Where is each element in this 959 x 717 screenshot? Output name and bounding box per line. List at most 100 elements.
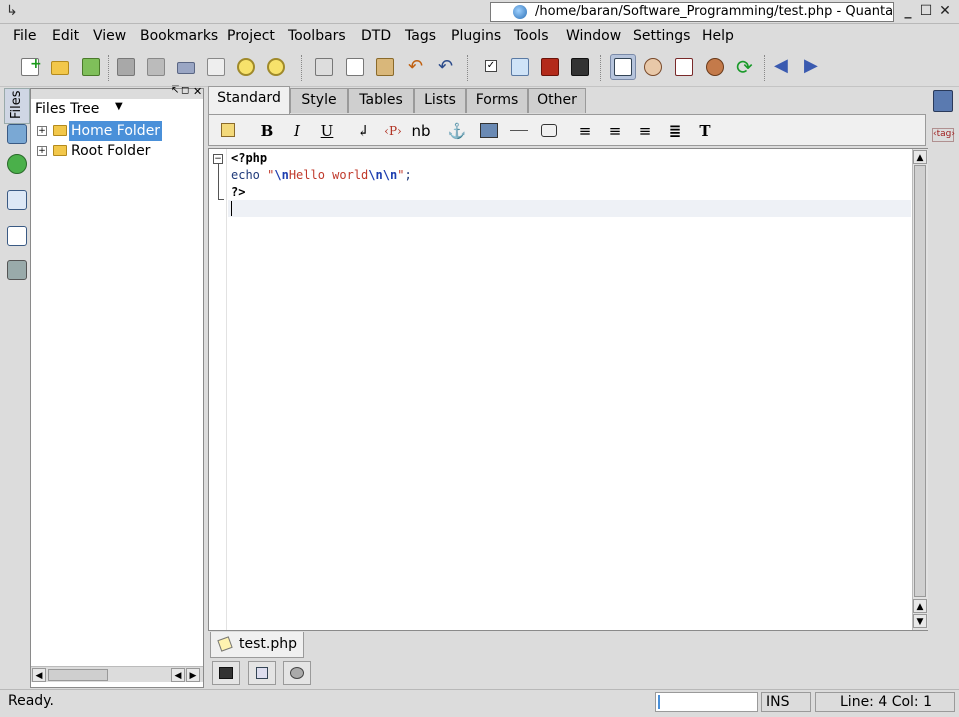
documentation-icon[interactable] <box>933 90 953 112</box>
menu-dtd[interactable]: DTD <box>361 28 391 44</box>
xsl-icon[interactable] <box>567 54 593 80</box>
project-icon[interactable] <box>7 154 27 174</box>
menu-toolbars[interactable]: Toolbars <box>288 28 346 44</box>
horizontal-rule-icon[interactable] <box>507 119 531 143</box>
menu-tools[interactable]: Tools <box>514 28 549 44</box>
menu-tags[interactable]: Tags <box>405 28 436 44</box>
menu-view[interactable]: View <box>93 28 126 44</box>
print-preview-icon[interactable] <box>203 54 229 80</box>
menu-file[interactable]: File <box>13 28 36 44</box>
checkbox-icon[interactable]: ✓ <box>478 54 504 80</box>
underline-button[interactable]: U <box>315 119 339 143</box>
app-menu-icon[interactable]: ↳ <box>6 4 20 18</box>
insert-mode[interactable]: INS <box>761 692 811 712</box>
maximize-icon[interactable]: ☐ <box>918 3 934 19</box>
zoom-in-icon[interactable] <box>233 54 259 80</box>
paste-icon[interactable] <box>372 54 398 80</box>
tab-forms[interactable]: Forms <box>466 88 528 113</box>
menu-project[interactable]: Project <box>227 28 275 44</box>
tag-structure-icon[interactable] <box>537 54 563 80</box>
zoom-out-icon[interactable] <box>263 54 289 80</box>
save-icon[interactable] <box>113 54 139 80</box>
scroll-up-icon[interactable]: ▲ <box>913 599 927 613</box>
tree-item-home-folder[interactable]: + Home Folder <box>31 121 203 141</box>
code-editor[interactable]: − <?php echo "\nHello world\n\n"; ?> ▲ ▲… <box>208 148 928 631</box>
editor-view-icon[interactable] <box>610 54 636 80</box>
italic-button[interactable]: I <box>285 119 309 143</box>
copy-icon[interactable] <box>342 54 368 80</box>
preview-icon[interactable] <box>640 54 666 80</box>
expand-icon[interactable]: + <box>37 126 47 136</box>
tab-style[interactable]: Style <box>290 88 348 113</box>
quick-start-icon[interactable] <box>217 119 241 143</box>
save-all-icon[interactable] <box>143 54 169 80</box>
cut-icon[interactable] <box>311 54 337 80</box>
line-break-icon[interactable]: ↲ <box>351 119 375 143</box>
align-center-icon[interactable]: ≡ <box>603 119 627 143</box>
paragraph-button[interactable]: ‹P› <box>381 119 405 143</box>
back-icon[interactable]: ◀ <box>769 54 795 80</box>
collapse-icon[interactable]: − <box>213 154 223 164</box>
scroll-down-icon[interactable]: ▼ <box>913 614 927 628</box>
tab-standard[interactable]: Standard <box>208 86 290 114</box>
align-right-icon[interactable]: ≡ <box>633 119 657 143</box>
minimize-icon[interactable]: _ <box>900 3 916 19</box>
scroll-left-icon[interactable]: ◀ <box>171 668 185 682</box>
scripts-icon[interactable] <box>7 260 27 280</box>
scroll-right-icon[interactable]: ▶ <box>186 668 200 682</box>
undo-icon[interactable]: ↶ <box>403 54 429 80</box>
document-tab[interactable]: test.php <box>210 632 304 658</box>
open-project-icon[interactable] <box>78 54 104 80</box>
image-icon[interactable] <box>477 119 501 143</box>
menu-edit[interactable]: Edit <box>52 28 79 44</box>
terminal-icon[interactable] <box>212 661 240 685</box>
scroll-thumb[interactable] <box>48 669 108 681</box>
panel-close-icon[interactable]: ✕ <box>193 85 202 98</box>
chevron-down-icon[interactable]: ▼ <box>115 101 123 112</box>
print-icon[interactable] <box>173 54 199 80</box>
anchor-icon[interactable]: ⚓ <box>445 119 469 143</box>
tree-item-root-folder[interactable]: + Root Folder <box>31 141 203 161</box>
redo-icon[interactable]: ↶ <box>433 54 459 80</box>
comment-icon[interactable] <box>537 119 561 143</box>
code-token: \n <box>274 168 289 182</box>
scroll-up-icon[interactable]: ▲ <box>913 150 927 164</box>
open-file-icon[interactable] <box>47 54 73 80</box>
computer-icon[interactable] <box>7 124 27 144</box>
menu-bookmarks[interactable]: Bookmarks <box>140 28 218 44</box>
horizontal-scrollbar[interactable]: ◀ ◀ ▶ <box>31 666 203 682</box>
align-left-icon[interactable]: ≡ <box>573 119 597 143</box>
tab-other[interactable]: Other <box>528 88 586 113</box>
document-structure-icon[interactable] <box>7 226 27 246</box>
expand-icon[interactable]: + <box>37 146 47 156</box>
files-tab[interactable]: Files <box>4 88 30 124</box>
code-token: ; <box>404 168 412 182</box>
tab-lists[interactable]: Lists <box>414 88 466 113</box>
attribute-tag-icon[interactable]: ‹tag› <box>932 128 955 142</box>
templates-icon[interactable] <box>7 190 27 210</box>
scroll-thumb[interactable] <box>914 165 926 597</box>
menu-help[interactable]: Help <box>702 28 734 44</box>
forward-icon[interactable]: ▶ <box>799 54 825 80</box>
menu-plugins[interactable]: Plugins <box>451 28 501 44</box>
reload-icon[interactable]: ⟳ <box>732 54 758 80</box>
scroll-left-icon[interactable]: ◀ <box>32 668 46 682</box>
messages-icon[interactable] <box>248 661 276 685</box>
vertical-scrollbar[interactable]: ▲ ▲ ▼ <box>912 149 928 630</box>
bold-button[interactable]: B <box>255 119 279 143</box>
debugger-icon[interactable] <box>283 661 311 685</box>
panel-float-icon[interactable]: ↸ <box>171 85 179 96</box>
browser-preview-icon[interactable] <box>702 54 728 80</box>
split-view-icon[interactable] <box>671 54 697 80</box>
code-token: ?> <box>231 185 246 199</box>
nbsp-button[interactable]: nb <box>409 119 433 143</box>
find-icon[interactable] <box>507 54 533 80</box>
text-tag-button[interactable]: T <box>693 119 717 143</box>
justify-icon[interactable]: ≣ <box>663 119 687 143</box>
menu-settings[interactable]: Settings <box>633 28 690 44</box>
panel-undock-icon[interactable]: ◻ <box>181 85 189 96</box>
tab-tables[interactable]: Tables <box>348 88 414 113</box>
new-file-icon[interactable]: + <box>17 54 43 80</box>
close-icon[interactable]: ✕ <box>937 3 953 19</box>
menu-window[interactable]: Window <box>566 28 621 44</box>
